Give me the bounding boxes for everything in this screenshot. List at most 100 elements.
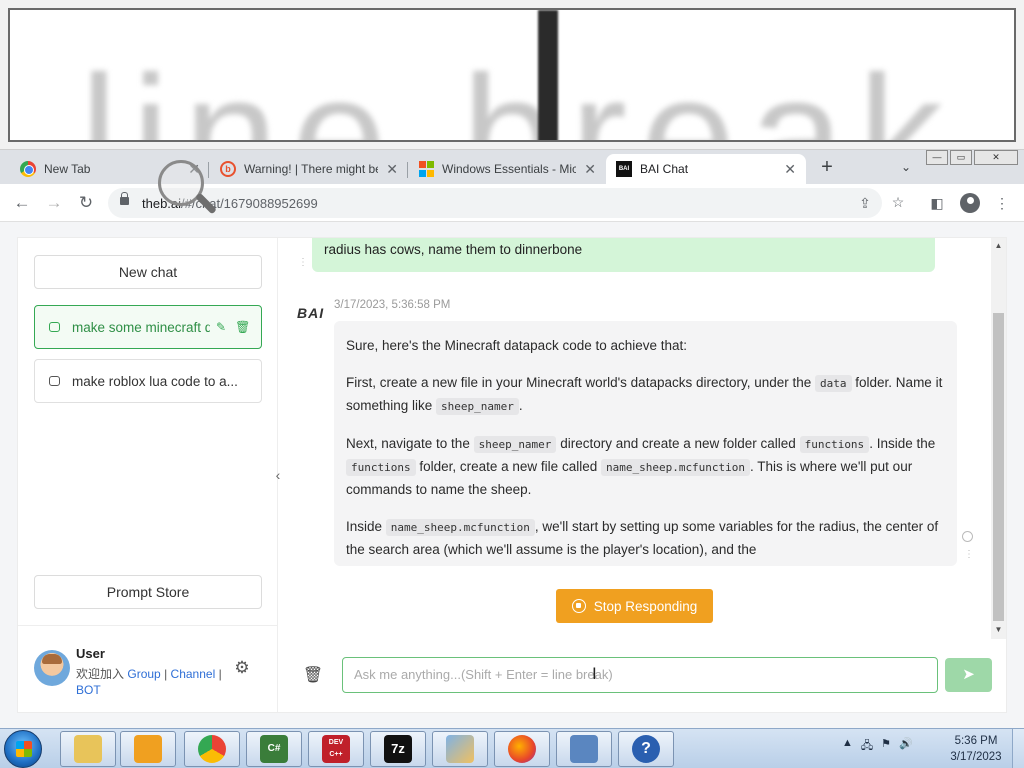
bookmark-star-icon[interactable]: ☆ [888, 192, 908, 212]
bot-paragraph: Inside name_sheep.mcfunction, we'll star… [346, 519, 939, 557]
microsoft-icon [418, 161, 434, 177]
menu-kebab-icon[interactable]: ⋮ [992, 193, 1012, 213]
volume-icon[interactable]: 🔊 [899, 737, 913, 756]
taskbar-network[interactable] [556, 731, 612, 767]
chat-app: New chat make some minecraft datapack co… [17, 237, 1007, 713]
minimize-button[interactable]: — [926, 150, 948, 165]
bot-paragraph: First, create a new file in your Minecra… [346, 375, 943, 415]
delete-trash-icon[interactable]: 🗑 [235, 320, 250, 334]
scrollbar-thumb[interactable] [993, 313, 1004, 621]
taskbar-7zip[interactable]: 7z [370, 731, 426, 767]
scroll-up-arrow-icon[interactable]: ▲ [993, 240, 1004, 252]
chat-bubble-icon [49, 376, 60, 386]
message-timestamp: 3/17/2023, 5:36:58 PM [334, 299, 451, 311]
chat-item-roblox[interactable]: make roblox lua code to a... [34, 359, 262, 403]
taskbar-firefox[interactable] [494, 731, 550, 767]
window-close-button[interactable]: ✕ [974, 150, 1018, 165]
start-button[interactable] [4, 730, 42, 768]
web-page: New chat make some minecraft datapack co… [0, 222, 1024, 728]
chat-item-minecraft[interactable]: make some minecraft datapack code ✎ 🗑 [34, 305, 262, 349]
close-icon[interactable]: ✕ [784, 161, 796, 178]
new-tab-button[interactable]: + [816, 156, 838, 178]
tab-search-chevron-icon[interactable]: ⌄ [896, 157, 916, 177]
7zip-icon: 7z [384, 735, 412, 763]
stop-responding-button[interactable]: Stop Responding [556, 589, 713, 623]
inline-code: data [815, 375, 852, 392]
prompt-store-button[interactable]: Prompt Store [34, 575, 262, 609]
taskbar-csharp[interactable]: C# [246, 731, 302, 767]
warning-site-icon: b [220, 161, 236, 177]
chat-item-title: make some minecraft datapack code [72, 319, 210, 335]
bai-icon: BAI [616, 161, 632, 177]
screen: line break New Tab ✕ b Warning! | There … [0, 0, 1024, 768]
tab-title: BAI Chat [640, 162, 689, 176]
send-button[interactable]: ➤ [945, 658, 992, 692]
taskbar-paint[interactable] [432, 731, 488, 767]
chrome-icon [198, 735, 226, 763]
user-message-bubble: radius has cows, name them to dinnerbone [312, 238, 935, 272]
taskbar-help[interactable]: ? [618, 731, 674, 767]
show-desktop-button[interactable] [1012, 729, 1024, 768]
system-clock[interactable]: 5:36 PM 3/17/2023 [944, 733, 1008, 765]
tab-bai-chat[interactable]: BAI BAI Chat ✕ [606, 154, 806, 184]
channel-link[interactable]: Channel [171, 667, 216, 681]
tab-title: Warning! | There might be [244, 162, 379, 176]
file-explorer-icon [74, 735, 102, 763]
chat-input[interactable]: Ask me anything...(Shift + Enter = line … [342, 657, 938, 693]
clock-time: 5:36 PM [954, 735, 998, 747]
message-menu-dots-icon[interactable]: ⋮ [298, 258, 308, 268]
show-hidden-icons-chevron-icon[interactable]: ▲ [842, 737, 853, 756]
browser-toolbar: ← → ↻ theb.ai/#/chat/1679088952699 ⇪ ☆ ◧… [0, 184, 1024, 222]
tab-warning[interactable]: b Warning! | There might be ✕ [210, 154, 408, 184]
new-chat-button[interactable]: New chat [34, 255, 262, 289]
side-panel-icon[interactable]: ◧ [927, 193, 947, 213]
stop-icon [571, 599, 586, 613]
inline-code: functions [799, 436, 870, 453]
scroll-down-arrow-icon[interactable]: ▼ [993, 624, 1004, 636]
tab-separator [208, 162, 209, 178]
clock-date: 3/17/2023 [950, 751, 1002, 763]
paint-icon [446, 735, 474, 763]
taskbar-media-player[interactable] [120, 731, 176, 767]
maximize-button[interactable]: ▭ [950, 150, 972, 165]
bot-paragraph: Sure, here's the Minecraft datapack code… [346, 338, 688, 353]
network-tray-icon[interactable]: 🖧 [861, 737, 873, 756]
edit-pencil-icon[interactable]: ✎ [216, 320, 226, 334]
firefox-icon [508, 735, 536, 763]
windows-taskbar: C# DEV C++ 7z ? ▲ 🖧 ⚑ 🔊 5:36 PM 3/17/202… [0, 728, 1024, 768]
profile-icon[interactable] [960, 193, 980, 213]
chat-bubble-icon [49, 322, 60, 332]
close-icon[interactable]: ✕ [584, 161, 596, 178]
address-bar[interactable]: theb.ai/#/chat/1679088952699 ⇪ [108, 188, 882, 218]
inline-code: sheep_namer [473, 436, 557, 453]
group-link[interactable]: Group [127, 667, 160, 681]
tab-windows-essentials[interactable]: Windows Essentials - Mic ✕ [408, 154, 606, 184]
join-text: 欢迎加入 [76, 667, 125, 681]
chat-item-title: make roblox lua code to a... [72, 373, 238, 389]
forward-arrow-icon[interactable]: → [42, 192, 66, 214]
back-arrow-icon[interactable]: ← [10, 192, 34, 214]
taskbar-devcpp[interactable]: DEV C++ [308, 731, 364, 767]
clear-chat-trash-icon[interactable]: 🗑 [302, 665, 324, 687]
conversation-panel: radius has cows, name them to dinnerbone… [278, 238, 1006, 712]
chrome-icon [20, 161, 36, 177]
bot-link[interactable]: BOT [76, 683, 101, 697]
avatar[interactable] [34, 650, 70, 686]
action-center-flag-icon[interactable]: ⚑ [881, 737, 891, 756]
reload-icon[interactable]: ↻ [74, 192, 98, 214]
user-panel: User 欢迎加入 Group | Channel | BOT ⚙ [18, 625, 277, 712]
lock-icon[interactable] [120, 192, 129, 205]
bot-paragraph: Next, navigate to the sheep_namer direct… [346, 436, 936, 497]
community-links: 欢迎加入 Group | Channel | BOT [76, 666, 226, 698]
inline-code: sheep_namer [436, 398, 519, 415]
taskbar-file-explorer[interactable] [60, 731, 116, 767]
chat-scrollbar[interactable]: ▲ ▼ [991, 238, 1006, 639]
devcpp-icon: DEV C++ [322, 735, 350, 763]
close-icon[interactable]: ✕ [386, 161, 398, 178]
share-icon[interactable]: ⇪ [856, 194, 874, 212]
taskbar-chrome[interactable] [184, 731, 240, 767]
sidebar: New chat make some minecraft datapack co… [18, 238, 278, 712]
message-menu-dots-icon[interactable]: ⋮ [964, 550, 974, 560]
gear-icon[interactable]: ⚙ [232, 658, 252, 678]
link-separator: | [164, 667, 168, 681]
